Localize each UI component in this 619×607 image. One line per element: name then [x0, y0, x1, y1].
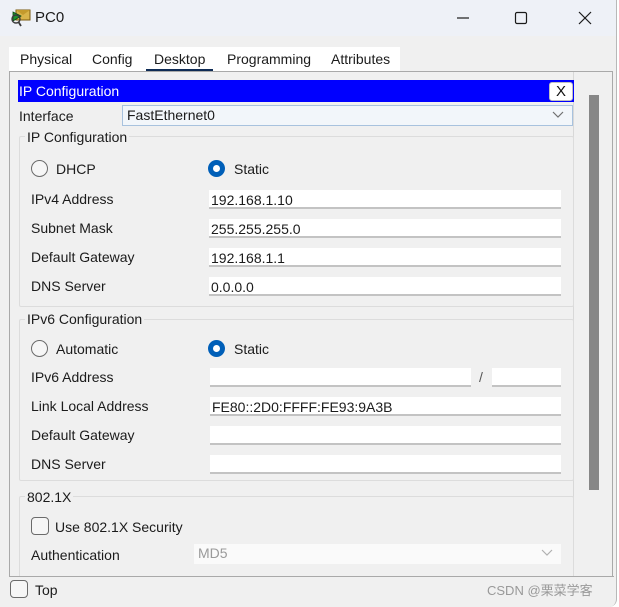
tab-physical[interactable]: Physical — [20, 51, 72, 67]
ipv4-default-gateway-label: Default Gateway — [31, 249, 135, 265]
ipv4-dns-server-label: DNS Server — [31, 278, 106, 294]
ip-configuration-title: IP Configuration — [19, 83, 120, 99]
dot1x-group-title: 802.1X — [25, 489, 74, 505]
ipv6-static-radio[interactable] — [208, 340, 225, 357]
tab-bar: Physical Config Desktop Programming Attr… — [9, 47, 400, 72]
ipv6-address-input[interactable] — [210, 367, 471, 387]
link-local-address-label: Link Local Address — [31, 398, 149, 414]
interface-value: FastEthernet0 — [127, 107, 215, 123]
window-title: PC0 — [35, 9, 65, 26]
tab-attributes[interactable]: Attributes — [331, 51, 390, 67]
dhcp-label: DHCP — [56, 161, 96, 177]
ipv4-default-gateway-value: 192.168.1.1 — [211, 250, 285, 266]
ipv4-default-gateway-input[interactable]: 192.168.1.1 — [209, 247, 561, 267]
ip-configuration-header: IP Configuration — [18, 80, 574, 102]
maximize-icon — [514, 11, 528, 25]
minimize-button[interactable] — [440, 0, 486, 36]
ipv6-default-gateway-input[interactable] — [210, 425, 561, 445]
link-local-address-value: FE80::2D0:FFFF:FE93:9A3B — [212, 399, 393, 415]
dhcp-radio[interactable] — [31, 160, 48, 177]
maximize-button[interactable] — [498, 0, 544, 36]
ipv4-static-label: Static — [234, 161, 270, 177]
tab-config[interactable]: Config — [92, 51, 132, 67]
subnet-mask-input[interactable]: 255.255.255.0 — [209, 218, 561, 238]
use-8021x-security-label: Use 802.1X Security — [55, 519, 183, 535]
top-label: Top — [35, 582, 58, 598]
ipv4-dns-server-input[interactable]: 0.0.0.0 — [209, 276, 561, 296]
interface-select[interactable]: FastEthernet0 — [122, 105, 573, 126]
ipv6-automatic-radio[interactable] — [31, 340, 48, 357]
chevron-down-icon — [541, 549, 553, 556]
ipv4-dns-server-value: 0.0.0.0 — [211, 279, 254, 295]
close-icon — [578, 11, 592, 25]
watermark: CSDN @栗菜学客 — [487, 583, 593, 598]
ipv6-dns-server-input[interactable] — [210, 454, 561, 474]
chevron-down-icon — [552, 111, 564, 118]
ipv6-automatic-label: Automatic — [56, 341, 119, 357]
ipv4-address-label: IPv4 Address — [31, 191, 114, 207]
ipv6-address-label: IPv6 Address — [31, 369, 114, 385]
link-local-address-input[interactable]: FE80::2D0:FFFF:FE93:9A3B — [210, 396, 561, 416]
minimize-icon — [457, 17, 469, 19]
use-8021x-security-checkbox[interactable] — [31, 517, 49, 535]
ipv4-static-radio[interactable] — [208, 160, 225, 177]
dot1x-group — [19, 496, 574, 586]
ipv4-address-value: 192.168.1.10 — [211, 192, 293, 208]
ipv6-static-label: Static — [234, 341, 270, 357]
ipv6-default-gateway-label: Default Gateway — [31, 427, 135, 443]
authentication-label: Authentication — [31, 547, 120, 563]
authentication-value: MD5 — [198, 545, 228, 561]
subnet-mask-label: Subnet Mask — [31, 220, 113, 236]
ipv6-dns-server-label: DNS Server — [31, 456, 106, 472]
pc0-window: PC0 Physical Config Desktop Programming … — [0, 0, 617, 607]
interface-label: Interface — [19, 108, 74, 124]
prefix-separator: / — [479, 369, 483, 385]
ipv4-group-title: IP Configuration — [25, 129, 130, 145]
tab-programming[interactable]: Programming — [227, 51, 311, 67]
ipv6-prefix-length-input[interactable] — [492, 367, 561, 387]
authentication-select[interactable]: MD5 — [194, 544, 561, 564]
subnet-mask-value: 255.255.255.0 — [211, 221, 301, 237]
ipv6-group-title: IPv6 Configuration — [25, 311, 145, 327]
ip-configuration-close-button[interactable]: X — [549, 82, 573, 101]
title-bar: PC0 — [0, 0, 616, 36]
tab-desktop[interactable]: Desktop — [145, 51, 214, 72]
scrollbar-thumb[interactable] — [589, 95, 599, 490]
close-button[interactable] — [562, 0, 608, 36]
ipv4-address-input[interactable]: 192.168.1.10 — [209, 189, 561, 209]
pc-device-icon — [11, 9, 31, 27]
top-checkbox[interactable] — [10, 580, 28, 598]
